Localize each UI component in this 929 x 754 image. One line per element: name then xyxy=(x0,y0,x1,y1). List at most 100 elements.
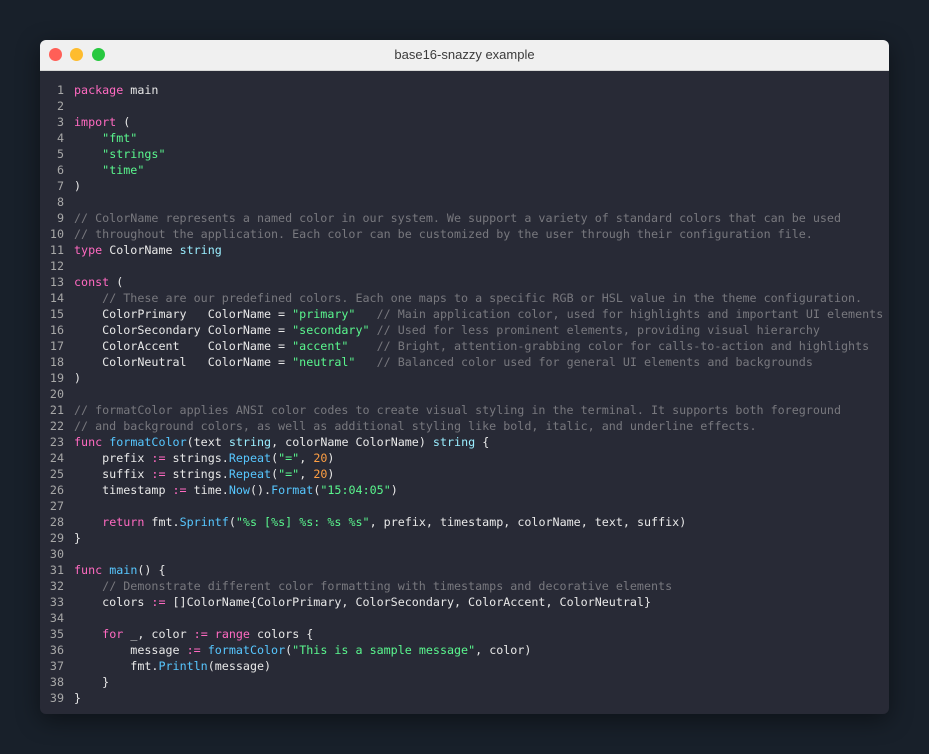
line-number: 4 xyxy=(56,131,64,145)
type-token: string xyxy=(432,435,476,449)
code-line: 23 func formatColor(text string, colorNam… xyxy=(40,434,889,450)
code-line: 13 const ( xyxy=(40,274,889,290)
comment-token: // ColorName represents a named color in… xyxy=(74,211,841,225)
string-token: "=" xyxy=(278,467,300,481)
string-token: "This is a sample message" xyxy=(292,643,476,657)
comment-token: // and background colors, as well as add… xyxy=(74,419,757,433)
code-text: message xyxy=(74,643,187,657)
code-line: 9 // ColorName represents a named color i… xyxy=(40,210,889,226)
line-number: 2 xyxy=(56,99,64,113)
code-text: , prefix, timestamp, colorName, text, su… xyxy=(369,515,687,529)
keyword-token: const xyxy=(74,275,110,289)
code-editor[interactable]: 1 package main 2 3 import (4 "fmt" 5 "strings… xyxy=(40,82,889,706)
code-line: 31 func main() { xyxy=(40,562,889,578)
comment-token: // Balanced color used for general UI el… xyxy=(376,355,813,369)
code-text: } xyxy=(74,691,82,705)
line-number: 30 xyxy=(49,547,64,561)
code-text: main xyxy=(123,83,159,97)
code-text: colors xyxy=(74,595,152,609)
number-token: 20 xyxy=(313,467,328,481)
code-line: 21 // formatColor applies ANSI color code… xyxy=(40,402,889,418)
line-number: 7 xyxy=(56,179,64,193)
code-text: , colorName ColorName) xyxy=(271,435,433,449)
string-token: "primary" xyxy=(292,307,356,321)
string-token: "%s [%s] %s: %s %s" xyxy=(235,515,370,529)
code-text: ) xyxy=(74,179,82,193)
code-line: 3 import ( xyxy=(40,114,889,130)
line-number: 14 xyxy=(49,291,64,305)
line-number: 18 xyxy=(49,355,64,369)
function-token: Repeat xyxy=(228,451,272,465)
code-text: colors { xyxy=(249,627,314,641)
code-line: 11 type ColorName string xyxy=(40,242,889,258)
line-number: 24 xyxy=(49,451,64,465)
code-text: timestamp xyxy=(74,483,173,497)
code-text: { xyxy=(475,435,490,449)
window-title: base16-snazzy example xyxy=(394,47,535,62)
code-text: time. xyxy=(186,483,229,497)
code-line: 30 xyxy=(40,546,889,562)
code-line: 26 timestamp := time.Now().Format("15:04… xyxy=(40,482,889,498)
line-number: 10 xyxy=(49,227,64,241)
line-number: 3 xyxy=(56,115,64,129)
code-line: 34 xyxy=(40,610,889,626)
line-number: 34 xyxy=(49,611,64,625)
code-text: (message) xyxy=(207,659,272,673)
code-line: 39} xyxy=(40,690,889,706)
function-token: formatColor xyxy=(109,435,187,449)
code-line: 6 "time" xyxy=(40,162,889,178)
code-text: (). xyxy=(249,483,272,497)
code-text: ( xyxy=(109,275,124,289)
code-text: ) xyxy=(327,451,335,465)
code-line: 38 } xyxy=(40,674,889,690)
string-token: "=" xyxy=(278,451,300,465)
code-text: fmt. xyxy=(144,515,180,529)
function-token: formatColor xyxy=(207,643,286,657)
function-token: Println xyxy=(158,659,208,673)
code-line: 29} xyxy=(40,530,889,546)
keyword-token: func xyxy=(74,435,103,449)
keyword-token: func xyxy=(74,563,103,577)
code-text: ) xyxy=(74,371,82,385)
function-token: Now xyxy=(228,483,250,497)
line-number: 17 xyxy=(49,339,64,353)
code-text: prefix xyxy=(74,451,152,465)
code-text: ColorNeutral ColorName = xyxy=(74,355,293,369)
line-number: 11 xyxy=(49,243,64,257)
operator-token: := xyxy=(151,451,166,465)
code-line: 16 ColorSecondary ColorName = "secondary… xyxy=(40,322,889,338)
line-number: 12 xyxy=(49,259,64,273)
line-number: 9 xyxy=(56,211,64,225)
code-line: 28 return fmt.Sprintf("%s [%s] %s: %s %s… xyxy=(40,514,889,530)
line-number: 35 xyxy=(49,627,64,641)
line-number: 27 xyxy=(49,499,64,513)
type-token: string xyxy=(179,243,222,257)
string-token: "15:04:05" xyxy=(320,483,391,497)
comment-token: // Demonstrate different color formattin… xyxy=(102,579,673,593)
line-number: 22 xyxy=(49,419,64,433)
function-token: Format xyxy=(271,483,314,497)
line-number: 37 xyxy=(49,659,64,673)
line-number: 29 xyxy=(49,531,64,545)
code-line: 19) xyxy=(40,370,889,386)
number-token: 20 xyxy=(313,451,328,465)
code-line: 2 xyxy=(40,98,889,114)
code-line: 25 suffix := strings.Repeat("=", 20) xyxy=(40,466,889,482)
title-bar: base16-snazzy example xyxy=(40,40,889,71)
code-line: 22 // and background colors, as well as a… xyxy=(40,418,889,434)
code-line: 12 xyxy=(40,258,889,274)
operator-token: := xyxy=(151,467,166,481)
string-token: "accent" xyxy=(292,339,349,353)
code-text: ColorName xyxy=(102,243,180,257)
keyword-token: return xyxy=(102,515,145,529)
code-text: , xyxy=(299,451,314,465)
code-text: , xyxy=(299,467,314,481)
code-text: strings. xyxy=(165,467,229,481)
